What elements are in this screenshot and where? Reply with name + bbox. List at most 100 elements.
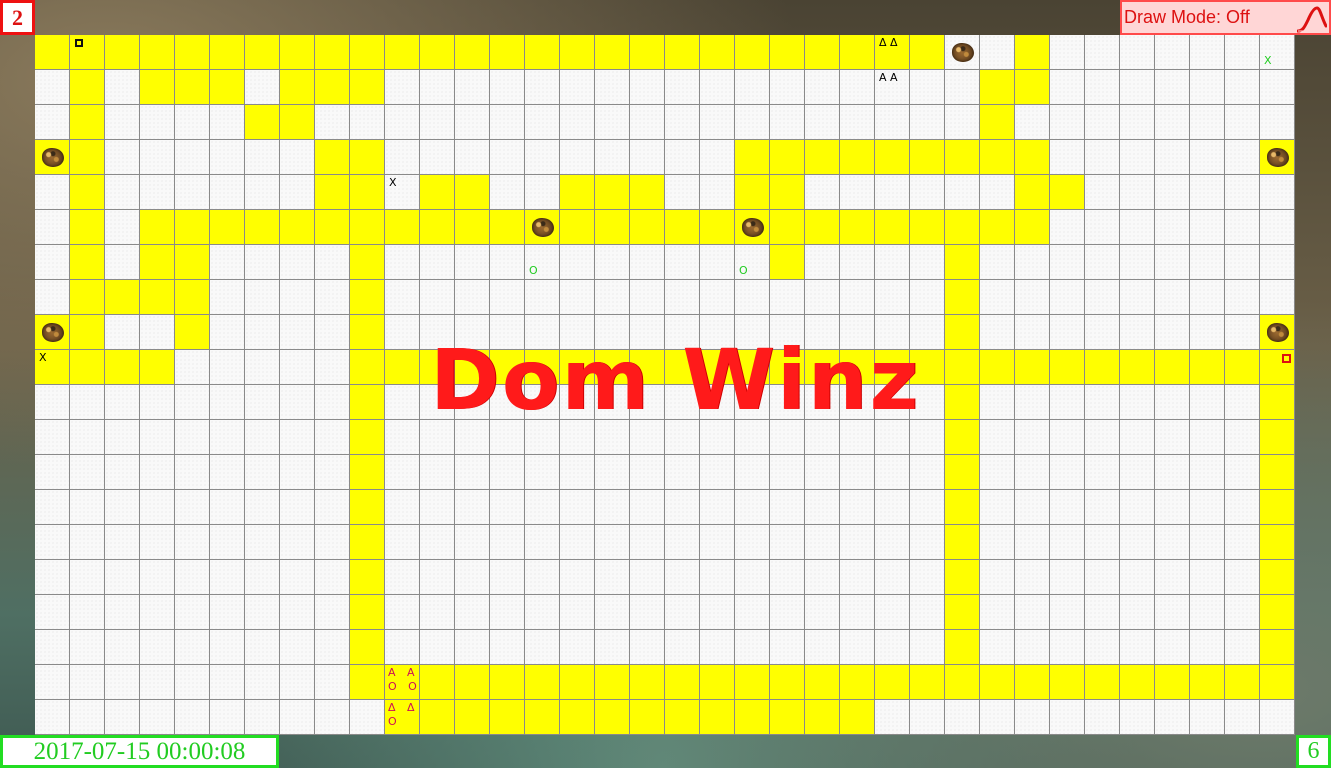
board-cell[interactable] [1155,35,1190,70]
board-cell[interactable] [455,175,490,210]
board-cell[interactable] [735,700,770,735]
board-cell[interactable] [1155,490,1190,525]
board-cell[interactable] [210,385,245,420]
board-cell[interactable] [1260,210,1295,245]
board-cell[interactable] [385,245,420,280]
board-cell[interactable] [140,175,175,210]
board-cell[interactable] [1120,280,1155,315]
board-cell[interactable] [525,490,560,525]
board-cell[interactable] [630,560,665,595]
board-cell[interactable] [630,490,665,525]
board-cell[interactable] [1260,350,1295,385]
board-cell[interactable] [490,175,525,210]
board-cell[interactable] [315,665,350,700]
board-cell[interactable] [280,105,315,140]
board-cell[interactable] [525,385,560,420]
board-cell[interactable] [105,595,140,630]
board-cell[interactable] [280,140,315,175]
board-cell[interactable] [420,385,455,420]
board-cell[interactable] [840,665,875,700]
board-cell[interactable] [980,385,1015,420]
board-cell[interactable] [280,455,315,490]
board-cell[interactable] [910,385,945,420]
board-cell[interactable] [910,665,945,700]
board-cell[interactable] [315,245,350,280]
board-cell[interactable] [910,595,945,630]
board-cell[interactable] [420,455,455,490]
board-cell[interactable] [665,245,700,280]
board-cell[interactable] [1085,665,1120,700]
board-cell[interactable] [140,385,175,420]
board-cell[interactable] [840,210,875,245]
board-cell[interactable] [1085,210,1120,245]
board-cell[interactable] [700,350,735,385]
board-cell[interactable]: Δ Δ [875,35,910,70]
board-cell[interactable] [1015,455,1050,490]
board-cell[interactable] [1050,140,1085,175]
board-cell[interactable] [140,350,175,385]
board-cell[interactable] [700,210,735,245]
board-cell[interactable] [210,315,245,350]
board-cell[interactable] [35,700,70,735]
board-cell[interactable] [1260,525,1295,560]
board-cell[interactable] [490,455,525,490]
board-cell[interactable] [1015,315,1050,350]
board-cell[interactable] [1050,525,1085,560]
board-cell[interactable] [245,490,280,525]
board-cell[interactable] [1225,420,1260,455]
board-cell[interactable] [35,210,70,245]
board-cell[interactable] [175,105,210,140]
board-cell[interactable] [1120,665,1155,700]
board-cell[interactable] [140,455,175,490]
board-cell[interactable] [210,280,245,315]
board-cell[interactable] [245,105,280,140]
board-cell[interactable]: A A O O [385,665,420,700]
board-cell[interactable] [70,105,105,140]
board-cell[interactable] [70,560,105,595]
board-cell[interactable] [1015,350,1050,385]
board-cell[interactable] [35,455,70,490]
board-cell[interactable] [245,245,280,280]
board-cell[interactable] [1120,210,1155,245]
board-cell[interactable] [210,630,245,665]
board-cell[interactable] [525,630,560,665]
board-cell[interactable] [455,280,490,315]
board-cell[interactable] [140,420,175,455]
board-cell[interactable] [910,490,945,525]
board-cell[interactable] [105,70,140,105]
board-cell[interactable] [105,420,140,455]
board-cell[interactable] [945,280,980,315]
board-cell[interactable] [245,350,280,385]
board-cell[interactable] [175,350,210,385]
board-cell[interactable] [595,595,630,630]
board-cell[interactable] [490,525,525,560]
board-cell[interactable] [105,385,140,420]
board-cell[interactable] [875,700,910,735]
board-cell[interactable] [1085,560,1120,595]
board-cell[interactable] [1085,245,1120,280]
board-cell[interactable] [525,350,560,385]
board-cell[interactable] [770,385,805,420]
board-cell[interactable] [525,280,560,315]
board-cell[interactable] [700,70,735,105]
board-cell[interactable] [665,560,700,595]
board-cell[interactable] [980,595,1015,630]
board-cell[interactable] [105,315,140,350]
board-cell[interactable] [805,70,840,105]
board-cell[interactable] [805,105,840,140]
board-cell[interactable] [735,665,770,700]
board-cell[interactable] [1225,630,1260,665]
board-cell[interactable] [910,210,945,245]
board-cell[interactable] [630,70,665,105]
board-cell[interactable] [805,700,840,735]
board-cell[interactable] [1225,665,1260,700]
board-cell[interactable] [35,385,70,420]
board-cell[interactable] [35,630,70,665]
board-cell[interactable] [1225,315,1260,350]
board-cell[interactable] [315,105,350,140]
board-cell[interactable] [490,280,525,315]
board-cell[interactable] [840,245,875,280]
board-cell[interactable] [630,665,665,700]
board-cell[interactable] [420,210,455,245]
board-cell[interactable] [945,245,980,280]
